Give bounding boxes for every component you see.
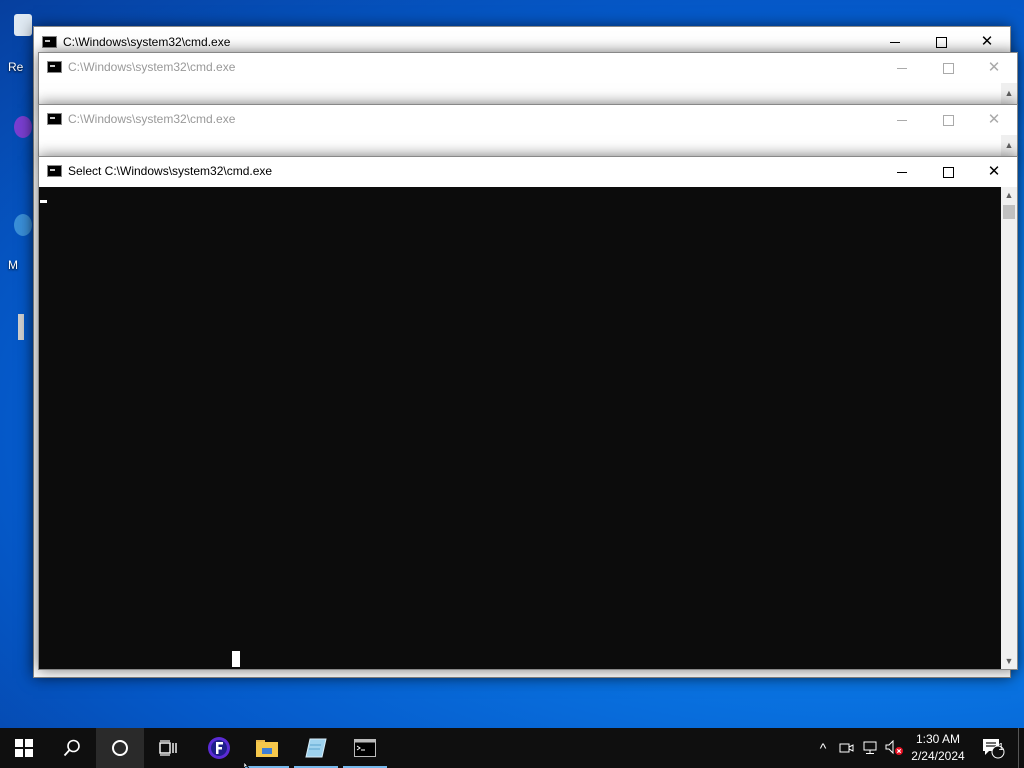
recycle-bin-desktop-icon[interactable]: Re (0, 14, 32, 74)
console-output[interactable] (39, 187, 1001, 669)
maximize-icon (935, 36, 947, 48)
close-button[interactable]: ✕ (971, 53, 1017, 83)
window-title: C:\Windows\system32\cmd.exe (68, 60, 236, 74)
titlebar[interactable]: C:\Windows\system32\cmd.exe ✕ (39, 53, 1017, 83)
app-icon (14, 116, 32, 138)
cmd-window-front[interactable]: Select C:\Windows\system32\cmd.exe ✕ ▲ ▼ (38, 156, 1018, 670)
scroll-up-arrow[interactable]: ▲ (1001, 85, 1017, 101)
close-icon: ✕ (987, 163, 1001, 180)
meet-now-button[interactable] (836, 728, 858, 768)
maximize-button[interactable] (925, 53, 971, 83)
maximize-icon (942, 166, 954, 178)
notepad-icon (305, 738, 327, 758)
taskbar-notepad[interactable] (292, 728, 340, 768)
cmd-icon (354, 739, 376, 757)
window-title: Select C:\Windows\system32\cmd.exe (68, 164, 273, 178)
minimize-icon (897, 171, 907, 173)
clock-date: 2/24/2024 (911, 749, 965, 763)
desktop-icon-label: M (8, 258, 18, 272)
desktop-icon-label: Re (8, 60, 24, 74)
browser-icon (14, 214, 32, 236)
titlebar[interactable]: C:\Windows\system32\cmd.exe ✕ (39, 105, 1017, 135)
search-icon (63, 739, 80, 757)
close-button[interactable]: ✕ (971, 105, 1017, 135)
maximize-icon (942, 62, 954, 74)
start-button[interactable] (0, 728, 48, 768)
taskbar-app-f[interactable] (195, 728, 243, 768)
clock-time: 1:30 AM (915, 732, 961, 746)
file-explorer-icon (256, 740, 278, 757)
app-f-icon (208, 737, 230, 759)
show-desktop-button[interactable] (1018, 728, 1019, 768)
close-icon: ✕ (987, 111, 1001, 128)
minimize-button[interactable] (879, 157, 925, 187)
titlebar[interactable]: Select C:\Windows\system32\cmd.exe ✕ (39, 157, 1017, 187)
network-button[interactable] (860, 728, 882, 768)
show-hidden-icons-button[interactable]: ^ (812, 728, 834, 768)
cortana-icon (112, 740, 128, 756)
mouse-pointer-icon (244, 762, 250, 768)
minimize-button[interactable] (879, 53, 925, 83)
desktop-shortcut-fragment (18, 314, 24, 340)
close-button[interactable]: ✕ (971, 157, 1017, 187)
desktop: Re M C:\Windows\system32\cmd.exe ✕ C:\Wi… (0, 0, 1024, 728)
cortana-button[interactable] (96, 728, 144, 768)
minimize-icon (897, 119, 907, 121)
cmd-app-icon (47, 113, 62, 125)
network-icon (863, 741, 877, 754)
edge-desktop-icon[interactable]: M (0, 214, 32, 272)
clock[interactable]: 1:30 AM 2/24/2024 (900, 731, 976, 765)
cmd-app-icon (47, 165, 62, 177)
scroll-up-arrow[interactable]: ▲ (1001, 137, 1017, 153)
meet-now-icon (839, 743, 854, 753)
minimize-icon (890, 41, 900, 43)
taskbar-cmd[interactable] (341, 728, 389, 768)
mouse-ibeam-cursor (232, 651, 240, 667)
maximize-button[interactable] (925, 157, 971, 187)
chevron-up-icon: ^ (819, 740, 827, 756)
window-title: C:\Windows\system32\cmd.exe (68, 112, 236, 126)
app-desktop-icon[interactable] (0, 116, 32, 162)
minimize-icon (897, 67, 907, 69)
cmd-window-second[interactable]: C:\Windows\system32\cmd.exe ✕ ▲ (38, 52, 1018, 108)
notification-count: 1 (998, 742, 1004, 753)
close-icon: ✕ (980, 33, 994, 50)
task-view-icon (159, 740, 177, 756)
scroll-thumb[interactable] (1003, 205, 1015, 219)
text-cursor (40, 200, 47, 203)
minimize-button[interactable] (879, 105, 925, 135)
close-icon: ✕ (987, 59, 1001, 76)
task-view-button[interactable] (144, 728, 192, 768)
cmd-window-third[interactable]: C:\Windows\system32\cmd.exe ✕ ▲ (38, 104, 1018, 160)
window-title: C:\Windows\system32\cmd.exe (63, 35, 231, 49)
action-center-button[interactable]: 1 (978, 728, 1008, 768)
windows-start-icon (15, 739, 33, 757)
maximize-icon (942, 114, 954, 126)
maximize-button[interactable] (925, 105, 971, 135)
cmd-app-icon (47, 61, 62, 73)
search-button[interactable] (48, 728, 96, 768)
scroll-up-arrow[interactable]: ▲ (1001, 187, 1017, 203)
recycle-bin-icon (14, 14, 32, 36)
cmd-app-icon (42, 36, 57, 48)
taskbar: ^ 1:30 AM 2/24/2024 1 (0, 728, 1024, 768)
scroll-down-arrow[interactable]: ▼ (1001, 653, 1017, 669)
vertical-scrollbar[interactable]: ▲ ▼ (1001, 187, 1017, 669)
